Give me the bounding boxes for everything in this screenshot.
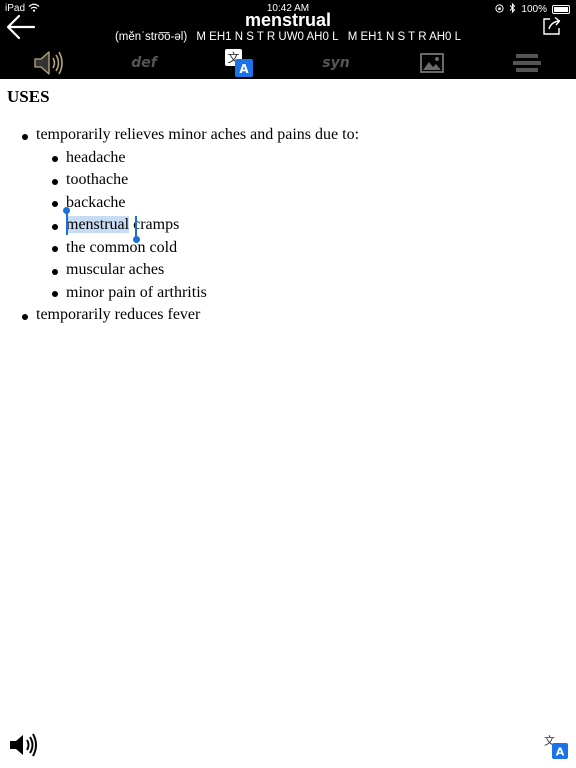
section-heading: USES bbox=[7, 87, 50, 106]
selection-start-bar bbox=[65, 213, 68, 235]
speaker-icon bbox=[10, 733, 37, 757]
list-item: backache bbox=[66, 194, 126, 211]
image-icon bbox=[420, 53, 444, 73]
tab-audio[interactable] bbox=[28, 47, 68, 79]
play-audio-button[interactable] bbox=[8, 732, 40, 758]
translate-button[interactable]: 文 A bbox=[541, 732, 569, 760]
tab-translate[interactable]: 文 A bbox=[222, 47, 256, 79]
bullet bbox=[52, 179, 58, 185]
list-item: temporarily reduces fever bbox=[36, 306, 201, 323]
pronunciation: (mĕnˈstro͞o-əl) bbox=[114, 31, 188, 43]
share-button[interactable] bbox=[541, 15, 563, 37]
list-item: menstrual cramps bbox=[66, 216, 179, 234]
translate-icon: 文 A bbox=[542, 733, 568, 759]
pronunciation-line: (mĕnˈstro͞o-əl) M EH1 N S T R UW0 AH0 L … bbox=[0, 31, 576, 43]
tab-synonyms[interactable]: syn bbox=[314, 47, 358, 79]
speaker-icon bbox=[34, 51, 63, 75]
list-item: temporarily relieves minor aches and pai… bbox=[36, 126, 360, 143]
bullet bbox=[52, 156, 58, 162]
tab-definition-label: def bbox=[131, 55, 157, 71]
tab-definition[interactable]: def bbox=[122, 47, 166, 79]
bullet bbox=[52, 291, 58, 297]
bullet bbox=[22, 134, 28, 140]
menu-icon bbox=[513, 54, 541, 72]
svg-text:A: A bbox=[556, 746, 565, 759]
bullet bbox=[52, 224, 58, 230]
toolbar: def 文 A syn bbox=[0, 47, 576, 79]
bullet bbox=[22, 314, 28, 320]
bullet bbox=[52, 269, 58, 275]
list-item: minor pain of arthritis bbox=[66, 284, 207, 301]
bullet bbox=[52, 201, 58, 207]
arpabet-secondary: M EH1 N S T R AH0 L bbox=[347, 31, 462, 43]
svg-text:A: A bbox=[239, 62, 249, 76]
list-item: muscular aches bbox=[66, 261, 165, 278]
bullet bbox=[52, 246, 58, 252]
list-item: the common cold bbox=[66, 239, 178, 256]
arpabet-primary: M EH1 N S T R UW0 AH0 L bbox=[196, 31, 339, 43]
tab-menu[interactable] bbox=[512, 47, 542, 79]
top-bar: iPad 10:42 AM 100% menstrual (mĕnˈstro͞o… bbox=[0, 0, 576, 79]
list-item: toothache bbox=[66, 171, 129, 188]
selected-text[interactable]: menstrual bbox=[66, 216, 130, 233]
share-icon bbox=[543, 16, 561, 35]
selection-end-bar bbox=[135, 216, 137, 238]
headword: menstrual bbox=[244, 10, 332, 30]
tab-synonyms-label: syn bbox=[322, 55, 350, 71]
translate-icon: 文 A bbox=[225, 49, 253, 77]
list-item: headache bbox=[66, 149, 126, 166]
tab-images[interactable] bbox=[418, 47, 446, 79]
